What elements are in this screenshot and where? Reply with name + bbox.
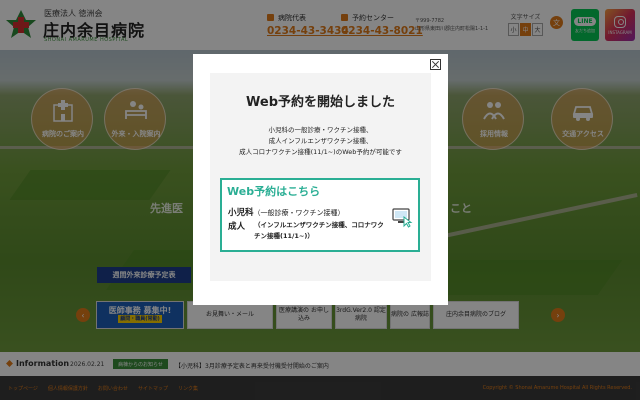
reserve-pediatrics: 小児科（一般診療・ワクチン接種） — [228, 208, 345, 218]
reserve-adult-detail: （インフルエンザワクチン接種、コロナワクチン接種(11/1~)） — [254, 221, 384, 240]
modal-close-button[interactable] — [430, 59, 441, 70]
computer-click-icon — [392, 208, 413, 228]
modal-content: Web予約を開始しました 小児科の一般診療・ワクチン接種、 成人インフルエンザワ… — [210, 73, 431, 281]
reserve-adult-main: 成人 — [228, 222, 246, 232]
reserve-box-title: Web予約はこちら — [227, 185, 321, 198]
web-reservation-modal: Web予約を開始しました 小児科の一般診療・ワクチン接種、 成人インフルエンザワ… — [193, 54, 448, 305]
web-reservation-link[interactable]: Web予約はこちら 小児科（一般診療・ワクチン接種） 成人 （インフルエンザワク… — [220, 178, 420, 252]
modal-body: 小児科の一般診療・ワクチン接種、 成人インフルエンザワクチン接種、 成人コロナワ… — [239, 126, 402, 156]
modal-title: Web予約を開始しました — [246, 95, 395, 110]
